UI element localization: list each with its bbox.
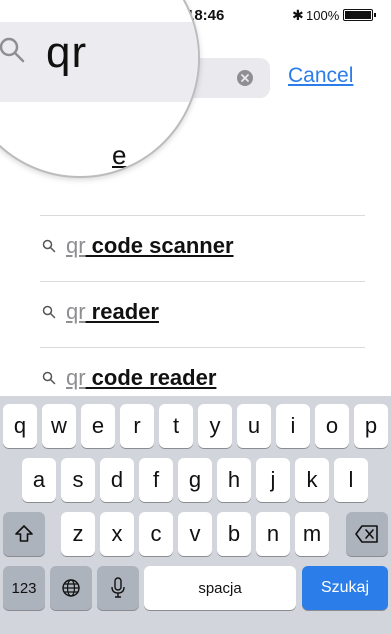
- search-key[interactable]: Szukaj: [302, 566, 388, 610]
- search-icon: [42, 305, 56, 319]
- suggestion-typed: qr: [66, 299, 86, 324]
- suggestion-list: qr code scanner qr reader qr code reader: [0, 150, 391, 414]
- globe-icon: [62, 579, 80, 597]
- clear-icon[interactable]: [236, 69, 254, 87]
- suggestion-completion: code scanner: [85, 233, 234, 258]
- suggestion-item[interactable]: qr reader: [0, 282, 391, 348]
- key-l[interactable]: l: [334, 458, 368, 502]
- key-j[interactable]: j: [256, 458, 290, 502]
- key-h[interactable]: h: [217, 458, 251, 502]
- key-o[interactable]: o: [315, 404, 349, 448]
- key-q[interactable]: q: [3, 404, 37, 448]
- key-d[interactable]: d: [100, 458, 134, 502]
- app-screen: 18:46 ✱ 100% Cancel qr e qr code scanner…: [0, 0, 391, 634]
- backspace-icon: [355, 525, 378, 543]
- key-x[interactable]: x: [100, 512, 134, 556]
- numbers-key[interactable]: 123: [3, 566, 45, 610]
- suggestion-completion: code reader: [85, 365, 217, 390]
- key-n[interactable]: n: [256, 512, 290, 556]
- key-v[interactable]: v: [178, 512, 212, 556]
- space-key[interactable]: spacja: [144, 566, 296, 610]
- key-y[interactable]: y: [198, 404, 232, 448]
- microphone-key[interactable]: [97, 566, 139, 610]
- key-g[interactable]: g: [178, 458, 212, 502]
- key-z[interactable]: z: [61, 512, 95, 556]
- search-icon: [42, 371, 56, 385]
- key-row-2: a s d f g h j k l: [0, 458, 391, 502]
- key-i[interactable]: i: [276, 404, 310, 448]
- bluetooth-icon: ✱: [292, 7, 304, 23]
- key-t[interactable]: t: [159, 404, 193, 448]
- suggestion-text: qr reader: [66, 299, 159, 325]
- key-c[interactable]: c: [139, 512, 173, 556]
- search-icon: [42, 239, 56, 253]
- suggestion-completion: reader: [85, 299, 159, 324]
- microphone-icon: [111, 577, 125, 598]
- key-a[interactable]: a: [22, 458, 56, 502]
- suggestion-text: qr code scanner: [66, 233, 234, 259]
- suggestion-typed: qr: [66, 233, 86, 258]
- shift-key[interactable]: [3, 512, 45, 556]
- suggestion-partial: e: [112, 140, 127, 170]
- key-u[interactable]: u: [237, 404, 271, 448]
- key-p[interactable]: p: [354, 404, 388, 448]
- suggestion-typed: qr: [66, 365, 86, 390]
- suggestion-item[interactable]: qr code scanner: [0, 216, 391, 282]
- cancel-button[interactable]: Cancel: [288, 64, 353, 88]
- key-row-4: 123 spacja Szukaj: [0, 566, 391, 610]
- key-w[interactable]: w: [42, 404, 76, 448]
- shift-icon: [15, 525, 33, 542]
- key-r[interactable]: r: [120, 404, 154, 448]
- battery-percentage: 100%: [306, 8, 340, 23]
- backspace-key[interactable]: [346, 512, 388, 556]
- key-k[interactable]: k: [295, 458, 329, 502]
- key-s[interactable]: s: [61, 458, 95, 502]
- key-row-1: q w e r t y u i o p: [0, 404, 391, 448]
- magnified-search-field: [0, 22, 198, 102]
- key-f[interactable]: f: [139, 458, 173, 502]
- battery-icon: [343, 9, 376, 21]
- key-row-3: z x c v b n m: [0, 512, 391, 556]
- search-query: qr: [46, 28, 88, 77]
- key-m[interactable]: m: [295, 512, 329, 556]
- key-b[interactable]: b: [217, 512, 251, 556]
- search-icon: [0, 37, 25, 63]
- globe-key[interactable]: [50, 566, 92, 610]
- suggestion-text: qr code reader: [66, 365, 216, 391]
- key-e[interactable]: e: [81, 404, 115, 448]
- keyboard: q w e r t y u i o p a s d f g h j k l z …: [0, 396, 391, 634]
